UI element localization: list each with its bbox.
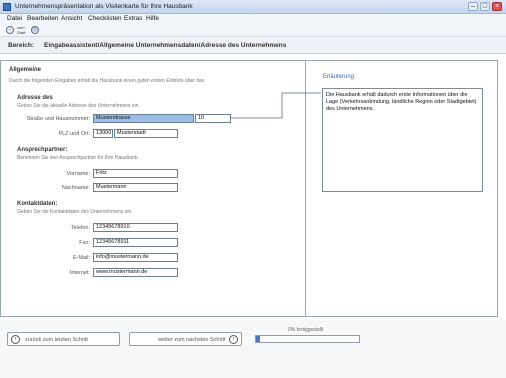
contact-data-title: Kontaktdaten: — [17, 201, 58, 207]
email-field[interactable]: info@mustermann.de — [93, 253, 178, 262]
fax-label: Fax: — [79, 240, 90, 246]
close-button[interactable]: × — [492, 2, 502, 11]
breadcrumb-path: Eingabeassistent/Allgemeine Unternehmens… — [44, 42, 287, 49]
breadcrumb: Bereich: Eingabeassistent/Allgemeine Unt… — [0, 37, 506, 54]
form-pane: Allgemeine Durch die folgenden Eingaben … — [1, 61, 306, 316]
contact-data-hint: Geben Sie die Kontaktdaten des Unternehm… — [17, 209, 133, 215]
address-hint: Geben Sie die aktuelle Adresse des Unter… — [17, 103, 140, 109]
menu-bar: Datei Bearbeiten Ansicht Checklisten Ext… — [0, 14, 506, 24]
menu-datei[interactable]: Datei — [7, 15, 22, 22]
lastname-field[interactable]: Mustermann — [93, 183, 178, 192]
menu-extras[interactable]: Extras — [124, 15, 142, 22]
next-button[interactable]: weiter zum nächsten Schritt › — [129, 332, 242, 346]
city-field[interactable]: Musterstadt — [114, 129, 178, 138]
menu-ansicht[interactable]: Ansicht — [61, 15, 82, 22]
form-heading: Allgemeine — [9, 67, 42, 73]
info-box: Die Hausbank erhält dadurch erste Inform… — [322, 88, 483, 192]
email-label: E-Mail: — [72, 255, 90, 261]
zip-city-label: PLZ und Ort: — [58, 131, 91, 137]
progress-fill — [256, 336, 261, 342]
contact-person-title: Ansprechpartner: — [17, 147, 68, 153]
back-arrow-icon[interactable]: ‹ — [6, 26, 14, 34]
address-section-title: Adresse des — [17, 95, 53, 101]
minimize-button[interactable]: – — [468, 2, 478, 11]
window-title: Unternehmenspräsentation als Visitenkart… — [15, 3, 193, 10]
menu-hilfe[interactable]: Hilfe — [146, 15, 159, 22]
footer: ‹ zurück zum letzten Schritt weiter zum … — [0, 320, 506, 378]
app-icon — [3, 3, 11, 11]
fax-field[interactable]: 12345678911 — [93, 238, 178, 247]
back-button[interactable]: ‹ zurück zum letzten Schritt — [7, 332, 120, 346]
info-title: Erläuterung — [323, 74, 355, 80]
progress-bar — [255, 335, 360, 343]
back-button-label: zurück zum letzten Schritt — [25, 336, 88, 343]
street-field[interactable]: Musterstrasse — [93, 114, 194, 123]
globe-icon[interactable]: ◎ — [31, 26, 39, 34]
web-field[interactable]: www.mustermann.de — [93, 268, 178, 277]
street-label: Straße und Hausnummer: — [26, 116, 90, 122]
web-label: Internet: — [69, 270, 90, 276]
back-circle-icon: ‹ — [11, 335, 20, 344]
form-intro: Durch die folgenden Eingaben erhält die … — [9, 78, 205, 84]
info-pane: Erläuterung Die Hausbank erhält dadurch … — [307, 61, 497, 316]
firstname-field[interactable]: Fritz — [93, 169, 178, 178]
main-panel: Allgemeine Durch die folgenden Eingaben … — [0, 60, 498, 317]
breadcrumb-label: Bereich: — [8, 42, 35, 49]
title-bar: Unternehmenspräsentation als Visitenkart… — [0, 0, 506, 14]
menu-bearbeiten[interactable]: Bearbeiten — [27, 15, 58, 22]
phone-field[interactable]: 12345678910 — [93, 223, 178, 232]
home-label-line2: Start — [17, 29, 26, 35]
firstname-label: Vorname: — [66, 171, 90, 177]
toolbar: ‹ zum Start ◎ — [0, 24, 506, 37]
phone-label: Telefon: — [70, 225, 90, 231]
next-circle-icon: › — [229, 335, 238, 344]
house-number-field[interactable]: 10 — [195, 114, 231, 123]
zip-field[interactable]: 13000 — [93, 129, 113, 138]
info-text: Die Hausbank erhält dadurch erste Inform… — [326, 92, 477, 112]
contact-person-hint: Benennen Sie den Ansprechpartner für Ihr… — [17, 155, 139, 161]
lastname-label: Nachname: — [61, 185, 90, 191]
next-button-label: weiter zum nächsten Schritt — [158, 336, 226, 343]
maximize-button[interactable]: □ — [480, 2, 490, 11]
home-button[interactable]: zum Start — [17, 25, 26, 35]
menu-checklisten[interactable]: Checklisten — [88, 15, 122, 22]
progress-label: 0% fertiggestellt — [288, 327, 324, 333]
